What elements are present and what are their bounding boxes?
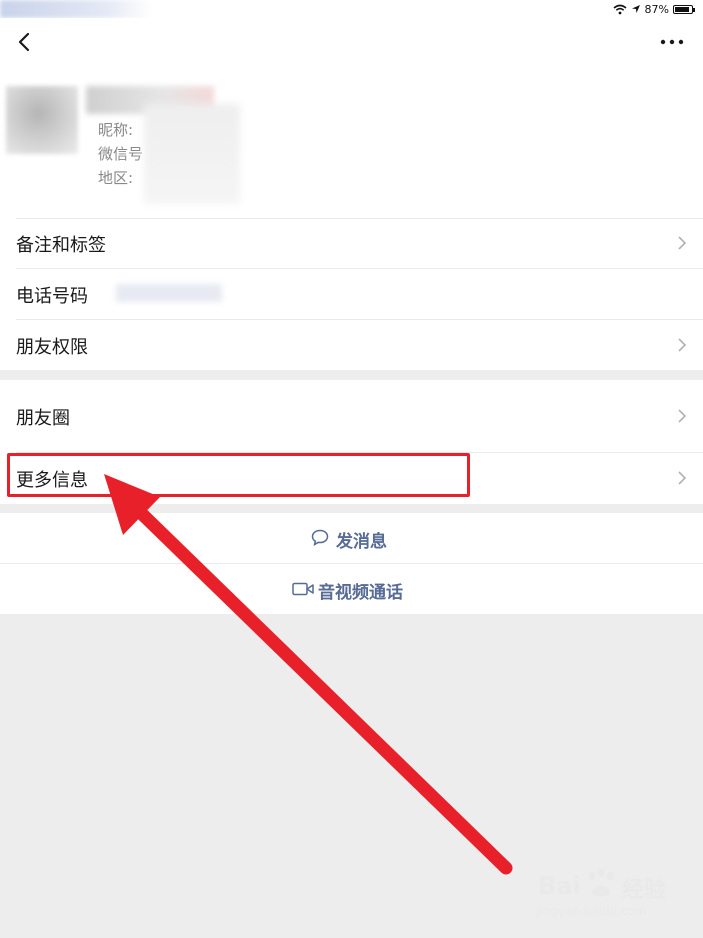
red-arrow-annotation	[104, 474, 513, 875]
paw-logo-icon	[588, 868, 614, 897]
watermark-url: jingyan.baidu.com	[536, 904, 647, 918]
watermark-suffix: 经验	[622, 878, 667, 903]
baidu-jingyan-watermark: Bai 经验 jingyan.baidu.com	[536, 862, 686, 922]
watermark-brand: Bai	[538, 872, 581, 900]
